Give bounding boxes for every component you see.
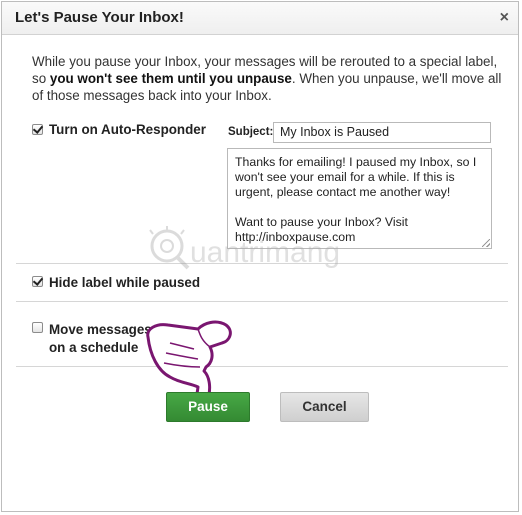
watermark-logo: uantrimang bbox=[149, 226, 340, 270]
schedule-label-line1: Move messages bbox=[49, 322, 152, 337]
intro-text-bold: you won't see them until you unpause bbox=[49, 71, 292, 86]
resize-grip-icon[interactable] bbox=[482, 239, 490, 247]
dialog-titlebar: Let's Pause Your Inbox! × bbox=[2, 2, 518, 35]
auto-responder-checkbox[interactable] bbox=[32, 124, 43, 135]
dialog-title: Let's Pause Your Inbox! bbox=[15, 9, 184, 26]
pause-button[interactable]: Pause bbox=[166, 392, 250, 422]
pause-inbox-dialog: Let's Pause Your Inbox! × While you paus… bbox=[1, 1, 519, 512]
auto-responder-label: Turn on Auto-Responder bbox=[49, 122, 206, 137]
message-paragraph-1: Thanks for emailing! I paused my Inbox, … bbox=[235, 155, 477, 199]
schedule-checkbox[interactable] bbox=[32, 322, 43, 333]
subject-input[interactable]: My Inbox is Paused bbox=[273, 122, 491, 143]
divider bbox=[16, 366, 508, 367]
schedule-label-line2: on a schedule bbox=[49, 340, 139, 355]
divider bbox=[16, 301, 508, 302]
watermark: uantrimang bbox=[142, 224, 372, 279]
intro-text: While you pause your Inbox, your message… bbox=[32, 53, 510, 104]
close-icon[interactable]: × bbox=[500, 9, 509, 27]
hide-label-checkbox[interactable] bbox=[32, 276, 43, 287]
subject-label: Subject: bbox=[228, 126, 274, 138]
cancel-button[interactable]: Cancel bbox=[280, 392, 369, 422]
watermark-text: uantrimang bbox=[190, 236, 340, 269]
